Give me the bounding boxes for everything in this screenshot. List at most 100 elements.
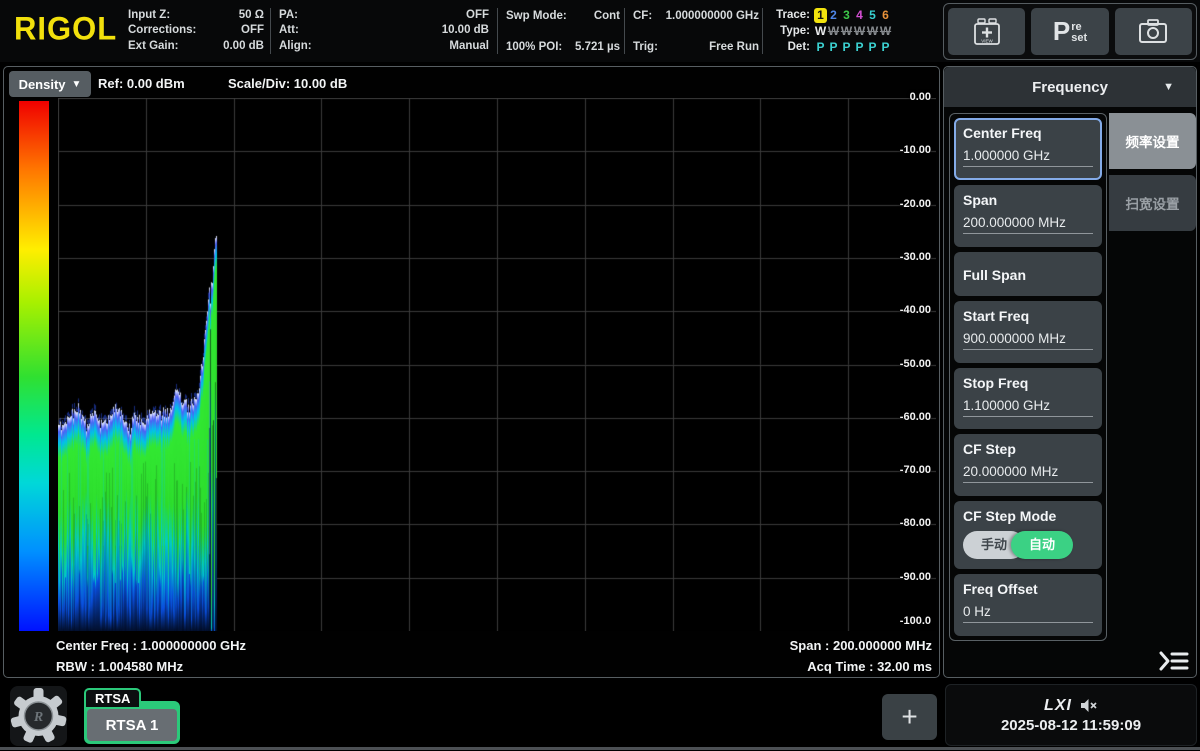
freq-offset-value: 0 Hz: [963, 604, 1093, 623]
trace-6-det: P: [879, 39, 892, 55]
start-freq-button[interactable]: Start Freq 900.000000 MHz: [954, 301, 1102, 363]
freq-offset-label: Freq Offset: [963, 581, 1093, 597]
input-z-value: 50 Ω: [180, 8, 264, 23]
trace-1-type: W: [814, 23, 827, 39]
trace-1-indicator[interactable]: 1: [814, 8, 827, 23]
start-freq-value: 900.000000 MHz: [963, 331, 1093, 350]
cf-step-mode-button[interactable]: CF Step Mode 手动 自动: [954, 501, 1102, 569]
cf-step-button[interactable]: CF Step 20.000000 MHz: [954, 434, 1102, 496]
trace-4-det: P: [853, 39, 866, 55]
stop-freq-label: Stop Freq: [963, 375, 1093, 391]
task-name: RTSA 1: [87, 709, 177, 741]
cf-label: CF:: [633, 9, 652, 24]
ext-gain-value: 0.00 dB: [188, 39, 264, 54]
function-menu-panel: Frequency ▼ Center Freq 1.000000 GHz Spa…: [943, 66, 1197, 678]
tab-frequency-settings[interactable]: 频率设置: [1109, 113, 1196, 169]
trace-label: Trace:: [768, 7, 810, 23]
menu-expand-icon[interactable]: [1156, 647, 1192, 675]
speaker-muted-icon: [1080, 698, 1098, 713]
span-value: 200.000000 MHz: [963, 215, 1093, 234]
rtsa-task-group[interactable]: RTSA RTSA 1: [84, 688, 180, 744]
svg-text:VIEW: VIEW: [981, 38, 993, 43]
preset-button[interactable]: P re set: [1031, 8, 1108, 55]
center-freq-label: Center Freq: [963, 125, 1093, 141]
lxi-logo: LXI: [1044, 697, 1072, 715]
trace-indicator-block[interactable]: Trace: 1 2 3 4 5 6 Type: W W W W W W Det…: [768, 7, 940, 55]
task-tab-active[interactable]: RTSA 1: [84, 701, 180, 744]
trace-5-det: P: [866, 39, 879, 55]
att-label: Att:: [279, 23, 299, 38]
trace-6-type: W: [879, 23, 892, 39]
full-span-button[interactable]: Full Span: [954, 252, 1102, 296]
span-label: Span: [963, 192, 1093, 208]
system-status-box[interactable]: LXI 2025-08-12 11:59:09: [945, 684, 1197, 746]
auto-option[interactable]: 自动: [1011, 531, 1073, 559]
center-freq-value: 1.000000 GHz: [963, 148, 1093, 167]
align-value: Manual: [322, 39, 489, 54]
cf-step-mode-label: CF Step Mode: [963, 508, 1093, 524]
trace-2-type: W: [827, 23, 840, 39]
camera-icon: [1136, 17, 1170, 47]
span-button[interactable]: Span 200.000000 MHz: [954, 185, 1102, 247]
cf-step-label: CF Step: [963, 441, 1093, 457]
trace-3-indicator[interactable]: 3: [840, 7, 853, 23]
trace-2-indicator[interactable]: 2: [827, 7, 840, 23]
center-freq-annotation: Center Freq : 1.000000000 GHz: [56, 638, 246, 653]
add-task-button[interactable]: +: [882, 694, 937, 740]
plus-icon: +: [901, 701, 917, 733]
amplitude-settings-section: PA:OFF Att:10.00 dB Align:Manual: [279, 8, 489, 54]
density-colorbar: [19, 101, 49, 631]
det-label: Det:: [768, 39, 810, 55]
stop-freq-value: 1.100000 GHz: [963, 398, 1093, 417]
preset-re-text: re: [1071, 22, 1087, 33]
input-z-label: Input Z:: [128, 8, 170, 23]
align-label: Align:: [279, 39, 312, 54]
pa-label: PA:: [279, 8, 298, 23]
screenshot-button[interactable]: [1115, 8, 1192, 55]
full-span-label: Full Span: [963, 267, 1026, 283]
stop-freq-button[interactable]: Stop Freq 1.100000 GHz: [954, 368, 1102, 430]
menu-button-list: Center Freq 1.000000 GHz Span 200.000000…: [949, 113, 1107, 641]
quick-action-strip: VIEW P re set: [943, 3, 1197, 60]
chevron-down-icon: ▼: [1163, 81, 1174, 93]
tab-sweep-settings[interactable]: 扫宽设置: [1109, 175, 1196, 231]
poi-value: 5.721 µs: [572, 40, 620, 55]
cf-trig-section: CF:1.000000000 GHz Trig:Free Run: [633, 9, 759, 55]
center-freq-button[interactable]: Center Freq 1.000000 GHz: [954, 118, 1102, 180]
cf-value: 1.000000000 GHz: [662, 9, 759, 24]
separator: [624, 8, 625, 54]
cf-step-mode-toggle[interactable]: 手动 自动: [963, 531, 1093, 559]
menu-title-dropdown[interactable]: Frequency ▼: [944, 67, 1196, 107]
top-status-bar: RIGOL Input Z:50 Ω Corrections:OFF Ext G…: [0, 0, 1200, 62]
system-gear-button[interactable]: R: [10, 686, 67, 746]
trace-4-indicator[interactable]: 4: [853, 7, 866, 23]
poi-label: 100% POI:: [506, 40, 562, 55]
multiview-button[interactable]: VIEW: [948, 8, 1025, 55]
trace-1-det: P: [814, 39, 827, 55]
freq-offset-button[interactable]: Freq Offset 0 Hz: [954, 574, 1102, 636]
separator: [270, 8, 271, 54]
trace-mode-dropdown[interactable]: Density ▼: [9, 71, 91, 97]
acq-time-annotation: Acq Time : 32.00 ms: [807, 659, 932, 674]
svg-text:R: R: [33, 710, 43, 725]
graticule-area: 0.00-10.00-20.00-30.00-40.00-50.00-60.00…: [58, 98, 936, 631]
spectrum-density-plot: [58, 98, 936, 631]
att-value: 10.00 dB: [309, 23, 489, 38]
start-freq-label: Start Freq: [963, 308, 1093, 324]
trace-5-indicator[interactable]: 5: [866, 7, 879, 23]
span-annotation: Span : 200.000000 MHz: [790, 638, 932, 653]
input-settings-section: Input Z:50 Ω Corrections:OFF Ext Gain:0.…: [128, 8, 264, 54]
trig-label: Trig:: [633, 40, 658, 55]
trace-2-det: P: [827, 39, 840, 55]
trace-mode-label: Density: [19, 77, 66, 92]
spectrum-display-area: Density ▼ Ref: 0.00 dBm Scale/Div: 10.00…: [3, 66, 940, 678]
ext-gain-label: Ext Gain:: [128, 39, 178, 54]
swp-mode-value: Cont: [577, 9, 620, 24]
trace-3-det: P: [840, 39, 853, 55]
gear-icon: R: [10, 686, 67, 746]
trace-6-indicator[interactable]: 6: [879, 7, 892, 23]
corrections-value: OFF: [206, 23, 264, 38]
chevron-down-icon: ▼: [72, 79, 82, 90]
trace-5-type: W: [866, 23, 879, 39]
type-label: Type:: [768, 23, 810, 39]
